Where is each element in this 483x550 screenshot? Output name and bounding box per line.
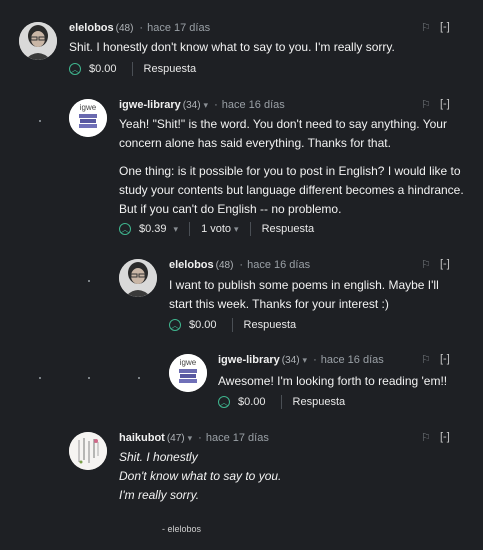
thread-marker — [39, 377, 41, 379]
comment-header: elelobos (48) · hace 17 días — [69, 20, 210, 36]
author-name[interactable]: igwe-library — [218, 354, 280, 366]
haiku-body: Shit. I honestly Don't know what to say … — [119, 448, 419, 505]
chevron-down-icon[interactable]: ▾ — [188, 433, 193, 444]
reputation: (48) — [115, 22, 134, 34]
divider — [280, 395, 282, 409]
separator-dot: · — [239, 259, 244, 271]
haiku-line: I'm really sorry. — [119, 488, 200, 502]
comment-footer: ︿ $0.00 Respuesta — [169, 317, 296, 333]
divider — [249, 222, 251, 236]
haiku-line: Don't know what to say to you. — [119, 469, 282, 483]
separator-dot: · — [198, 432, 202, 444]
comment-header: elelobos (48) · hace 16 días — [169, 257, 310, 273]
upvote-icon[interactable]: ︿ — [169, 319, 181, 331]
haiku-signature: - elelobos — [162, 524, 202, 534]
collapse-button[interactable]: [-] — [440, 353, 450, 365]
comment-body: I want to publish some poems in english.… — [169, 276, 459, 314]
avatar-image: igwe — [169, 354, 207, 392]
avatar-image — [119, 259, 157, 297]
payout-value[interactable]: $0.00 — [89, 63, 117, 75]
comment-paragraph: One thing: is it possible for you to pos… — [119, 164, 464, 216]
reply-button[interactable]: Respuesta — [293, 396, 346, 408]
timestamp[interactable]: hace 16 días — [222, 99, 285, 111]
timestamp[interactable]: hace 17 días — [147, 22, 210, 34]
reply-button[interactable]: Respuesta — [262, 223, 315, 235]
flag-icon[interactable]: ⚐ — [421, 98, 431, 111]
comment-paragraph: Awesome! I'm looking forth to reading 'e… — [218, 374, 448, 388]
avatar[interactable]: igwe — [169, 354, 207, 392]
comment-paragraph: Yeah! "Shit!" is the word. You don't nee… — [119, 117, 447, 150]
author-name[interactable]: igwe-library — [119, 99, 181, 111]
comment-header: igwe-library (34) ▾ · hace 16 días — [119, 97, 285, 113]
avatar[interactable] — [69, 432, 107, 470]
flag-icon[interactable]: ⚐ — [421, 431, 431, 444]
comment-header: igwe-library (34) ▾ · hace 16 días — [218, 352, 384, 368]
reputation: (47) — [166, 432, 185, 444]
thread-marker — [88, 377, 90, 379]
chevron-down-icon[interactable]: ▾ — [204, 100, 209, 111]
collapse-button[interactable]: [-] — [440, 21, 450, 33]
avatar-image — [69, 432, 107, 470]
comment-header: haikubot (47) ▾ · hace 17 días — [119, 430, 269, 446]
author-name[interactable]: haikubot — [119, 432, 165, 444]
comment-paragraph: Shit. I honestly don't know what to say … — [69, 40, 395, 54]
thread-marker — [39, 120, 41, 122]
chevron-down-icon[interactable]: ▾ — [174, 224, 179, 235]
comment-footer: ︿ $0.39 ▾ 1 voto ▾ Respuesta — [119, 221, 314, 237]
thread-marker — [138, 377, 140, 379]
collapse-button[interactable]: [-] — [440, 431, 450, 443]
payout-value[interactable]: $0.39 — [139, 223, 167, 235]
svg-text:igwe: igwe — [80, 103, 97, 112]
comment-body: Shit. I honestly don't know what to say … — [69, 38, 469, 57]
collapse-button[interactable]: [-] — [440, 98, 450, 110]
upvote-icon[interactable]: ︿ — [218, 396, 230, 408]
comment-footer: ︿ $0.00 Respuesta — [218, 394, 345, 410]
avatar[interactable] — [19, 22, 57, 60]
comment-body: Yeah! "Shit!" is the word. You don't nee… — [119, 115, 464, 219]
vote-count[interactable]: 1 voto — [201, 223, 231, 235]
avatar-image: igwe — [69, 99, 107, 137]
payout-value[interactable]: $0.00 — [238, 396, 266, 408]
avatar[interactable]: igwe — [69, 99, 107, 137]
reply-button[interactable]: Respuesta — [144, 63, 197, 75]
comment-paragraph: I want to publish some poems in english.… — [169, 278, 439, 311]
comment-body: Awesome! I'm looking forth to reading 'e… — [218, 372, 468, 391]
separator-dot: · — [139, 22, 144, 34]
author-name[interactable]: elelobos — [169, 259, 214, 271]
divider — [189, 222, 191, 236]
separator-dot: · — [313, 354, 317, 366]
flag-icon[interactable]: ⚐ — [421, 258, 431, 271]
haiku-line: Shit. I honestly — [119, 450, 198, 464]
separator-dot: · — [214, 99, 218, 111]
reputation: (34) — [281, 354, 300, 366]
reputation: (48) — [215, 259, 234, 271]
author-name[interactable]: elelobos — [69, 22, 114, 34]
upvote-icon[interactable]: ︿ — [69, 63, 81, 75]
flag-icon[interactable]: ⚐ — [421, 353, 431, 366]
thread-marker — [88, 280, 90, 282]
svg-text:igwe: igwe — [180, 358, 197, 367]
avatar[interactable] — [119, 259, 157, 297]
flag-icon[interactable]: ⚐ — [421, 21, 431, 34]
chevron-down-icon[interactable]: ▾ — [303, 355, 308, 366]
collapse-button[interactable]: [-] — [440, 258, 450, 270]
upvote-icon[interactable]: ︿ — [119, 223, 131, 235]
payout-value[interactable]: $0.00 — [189, 319, 217, 331]
timestamp[interactable]: hace 16 días — [321, 354, 384, 366]
reply-button[interactable]: Respuesta — [244, 319, 297, 331]
timestamp[interactable]: hace 17 días — [206, 432, 269, 444]
chevron-down-icon[interactable]: ▾ — [234, 224, 239, 235]
timestamp[interactable]: hace 16 días — [247, 259, 310, 271]
divider — [231, 318, 233, 332]
divider — [131, 62, 133, 76]
reputation: (34) — [182, 99, 201, 111]
avatar-image — [19, 22, 57, 60]
comment-footer: ︿ $0.00 Respuesta — [69, 61, 196, 77]
